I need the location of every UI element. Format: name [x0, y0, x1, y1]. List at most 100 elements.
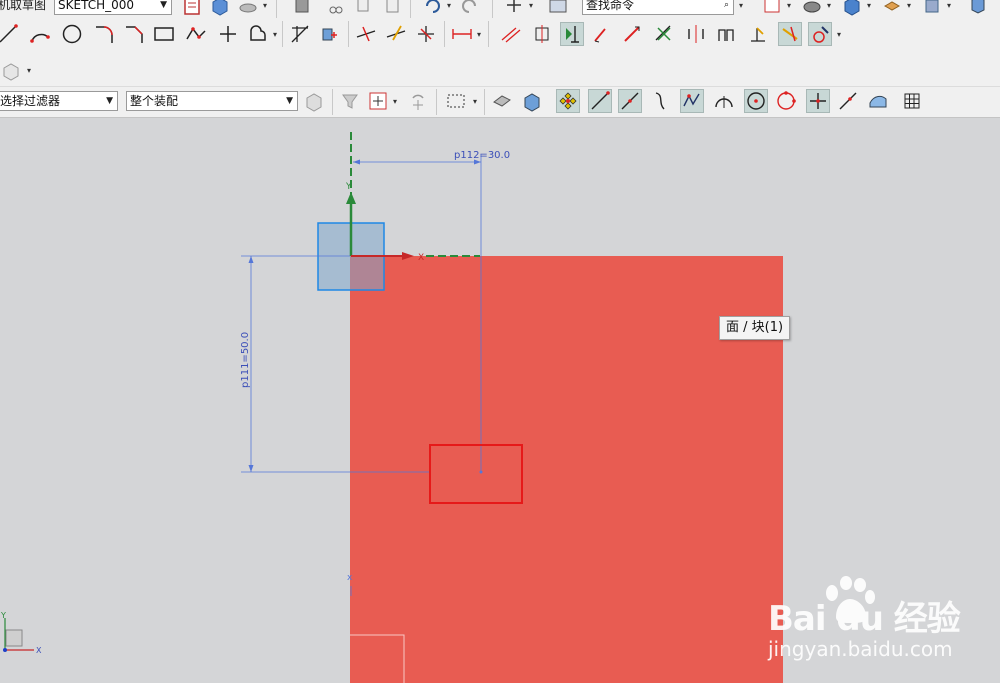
undo-icon[interactable]	[420, 0, 444, 17]
y-axis-arrow	[346, 192, 356, 204]
view-icon[interactable]	[236, 0, 260, 17]
snap-midpoint-icon[interactable]	[618, 89, 642, 113]
finish-sketch-icon[interactable]	[180, 0, 204, 17]
dropdown-arrow-icon[interactable]: ▾	[738, 0, 744, 17]
fix-constraint-icon[interactable]	[590, 22, 614, 46]
dim-vertical-label[interactable]: p111=50.0	[240, 332, 251, 388]
dropdown-arrow-icon[interactable]: ▾	[272, 22, 278, 46]
snap-circle-center-icon[interactable]	[744, 89, 768, 113]
dropdown-arrow-icon[interactable]: ▾	[528, 0, 534, 17]
convert-reference-icon[interactable]	[714, 22, 738, 46]
chamfer-icon[interactable]	[122, 22, 146, 46]
make-corner-icon[interactable]	[414, 22, 438, 46]
layer-icon[interactable]	[880, 0, 904, 17]
design-feature-icon[interactable]	[530, 22, 554, 46]
polyline-icon[interactable]	[184, 22, 208, 46]
cut-icon[interactable]	[324, 0, 348, 17]
shaded-cube-icon[interactable]	[840, 0, 864, 17]
grid-icon[interactable]	[900, 89, 924, 113]
snap-filter-icon[interactable]	[366, 89, 390, 113]
sketch-name-select[interactable]: SKETCH_000 ▼	[54, 0, 172, 15]
geometric-constraint-icon[interactable]	[498, 22, 522, 46]
solid-cube-icon[interactable]	[208, 0, 232, 17]
y-axis-label: Y	[345, 182, 352, 192]
assembly-scope-select[interactable]: 整个装配 ▼	[126, 91, 298, 111]
point-icon[interactable]	[216, 22, 240, 46]
trim-icon[interactable]	[288, 22, 312, 46]
snap-quadrant-icon[interactable]	[774, 89, 798, 113]
rectangle-select-icon[interactable]	[444, 89, 468, 113]
triad-x-label: X	[36, 646, 42, 655]
fit-view-icon[interactable]	[760, 0, 784, 17]
selection-tooltip: 面 / 块(1)	[719, 316, 791, 340]
separator	[492, 0, 493, 18]
dim-horizontal-label[interactable]: p112=30.0	[454, 150, 510, 161]
copy-icon[interactable]	[352, 0, 376, 17]
dropdown-arrow-icon[interactable]: ▾	[786, 0, 792, 17]
find-command-input[interactable]: 查找命令 ⌕	[582, 0, 734, 15]
snap-intersection-icon[interactable]	[680, 89, 704, 113]
quick-dimension-icon[interactable]	[450, 22, 474, 46]
command-finder-icon[interactable]	[546, 0, 570, 17]
dropdown-arrow-icon[interactable]: ▾	[836, 22, 842, 46]
dropdown-arrow-icon[interactable]: ▾	[472, 89, 478, 113]
dropdown-arrow-icon[interactable]: ▾	[906, 0, 912, 17]
snap-endpoint-icon[interactable]	[588, 89, 612, 113]
redo-icon[interactable]	[458, 0, 482, 17]
dropdown-arrow-icon[interactable]: ▾	[262, 0, 268, 17]
view-triad-cube	[5, 629, 23, 647]
dropdown-arrow-icon[interactable]: ▾	[866, 0, 872, 17]
save-icon[interactable]	[290, 0, 314, 17]
dropdown-arrow-icon[interactable]: ▾	[946, 0, 952, 17]
rotate-select-icon[interactable]	[406, 89, 430, 113]
fully-fix-icon[interactable]	[620, 22, 644, 46]
auto-constrain-icon[interactable]	[778, 22, 802, 46]
filter-funnel-icon[interactable]	[338, 89, 362, 113]
snap-point-on-curve-icon[interactable]	[836, 89, 860, 113]
paste-icon[interactable]	[380, 0, 404, 17]
select-body-icon[interactable]	[520, 89, 544, 113]
quick-trim-icon[interactable]	[354, 22, 378, 46]
assembly-component-icon[interactable]	[0, 58, 24, 82]
circle-icon[interactable]	[60, 22, 84, 46]
dropdown-arrow-icon[interactable]: ▾	[476, 22, 482, 46]
dropdown-arrow-icon[interactable]: ▾	[26, 58, 32, 82]
snap-point-on-surface-icon[interactable]	[866, 89, 890, 113]
dropdown-arrow-icon[interactable]: ▾	[826, 0, 832, 17]
separator	[282, 21, 283, 47]
component-filter-icon[interactable]	[302, 89, 326, 113]
select-face-icon[interactable]	[490, 89, 514, 113]
make-symmetric-icon[interactable]	[684, 22, 708, 46]
ribbon-toolbar: 机取草图 SKETCH_000 ▼ ▾ ▾ ▾ 查找命令 ⌕ ▾ ▾ ▾ ▾ ▾…	[0, 0, 1000, 118]
display-icon[interactable]	[966, 0, 990, 17]
section-view-icon[interactable]	[920, 0, 944, 17]
line-icon[interactable]	[0, 22, 20, 46]
snap-point-icon[interactable]	[502, 0, 526, 17]
offset-curve-icon[interactable]	[246, 22, 270, 46]
selection-filter-select[interactable]: 选择过滤器 ▼	[0, 91, 118, 111]
chevron-down-icon: ▼	[160, 0, 167, 10]
snap-enable-icon[interactable]	[556, 89, 580, 113]
dim-arrow	[248, 465, 254, 472]
render-style-icon[interactable]	[800, 0, 824, 17]
snap-arc-center-icon[interactable]	[712, 89, 736, 113]
show-constraints-icon[interactable]	[652, 22, 676, 46]
sketch-label: 机取草图	[0, 0, 47, 12]
add-curve-icon[interactable]	[318, 22, 342, 46]
relations-browser-icon[interactable]	[808, 22, 832, 46]
rectangle-icon[interactable]	[152, 22, 176, 46]
dropdown-arrow-icon[interactable]: ▾	[392, 89, 398, 113]
perpendicular-constraint-icon[interactable]	[560, 22, 584, 46]
quick-extend-icon[interactable]	[384, 22, 408, 46]
fillet-icon[interactable]	[92, 22, 116, 46]
alternate-solution-icon[interactable]	[746, 22, 770, 46]
edge-marker: x	[347, 573, 353, 583]
snap-control-point-icon[interactable]	[650, 89, 674, 113]
snap-existing-point-icon[interactable]	[806, 89, 830, 113]
dropdown-arrow-icon[interactable]: ▾	[446, 0, 452, 17]
separator	[332, 89, 333, 115]
arc-icon[interactable]	[28, 22, 52, 46]
watermark-site: jingyan.baidu.com	[768, 637, 953, 661]
toolbar-row-3: ▾	[0, 56, 1000, 86]
x-axis-label: X	[418, 253, 424, 263]
